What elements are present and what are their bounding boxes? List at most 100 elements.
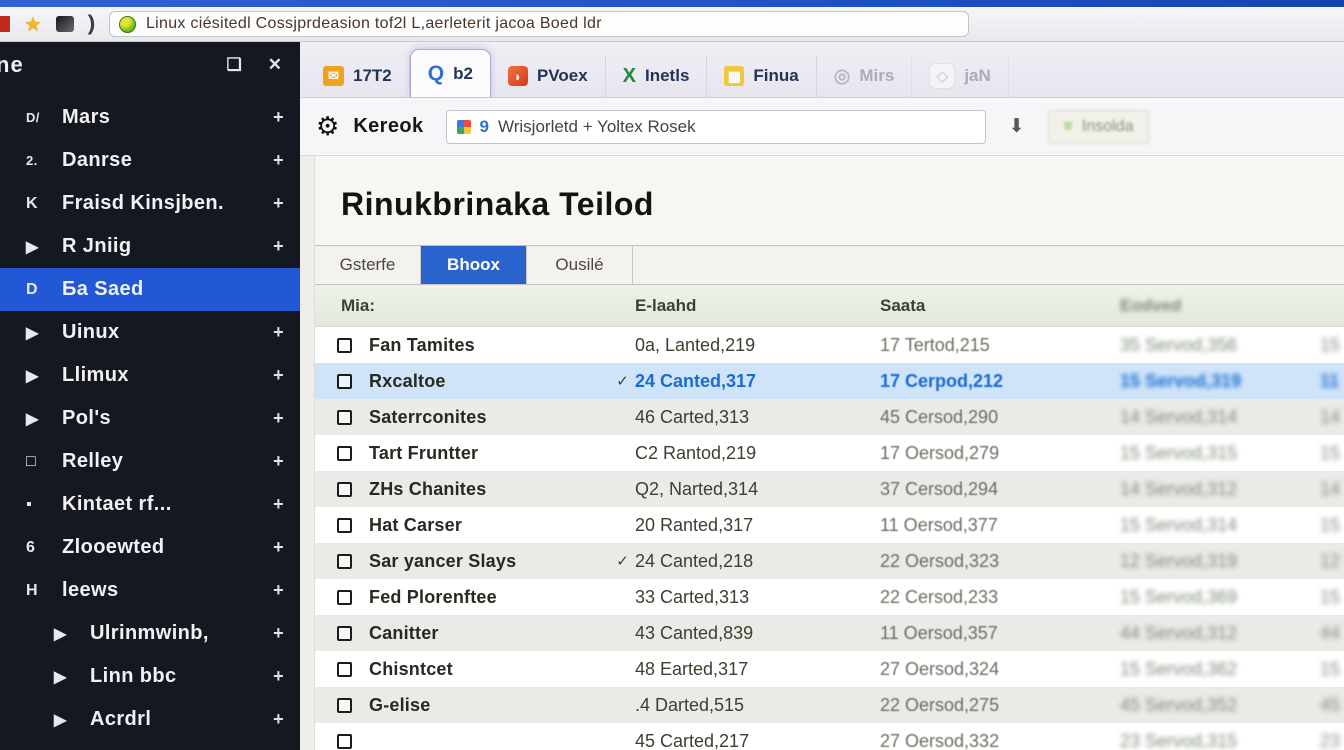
row-name: Hat Carser (369, 514, 463, 535)
row-col4-value: 14 Servod,314 (1120, 406, 1238, 427)
table-row[interactable]: Canitter 43 Canted,839 11 Oersod,357 44 Ser… (315, 615, 1344, 651)
refresh-icon[interactable]: ) (88, 12, 96, 36)
bookmark-star-icon[interactable]: ★ (24, 12, 42, 37)
expand-plus-icon[interactable]: + (273, 580, 284, 601)
install-button[interactable]: ≡ Insolda (1047, 109, 1150, 144)
content-card: Rinukbrinaka Teilod Gsterfe Bhoox Ousilé M… (314, 156, 1344, 750)
q-icon: Q (427, 61, 445, 85)
row-col4-value: 15 Servod,319 (1120, 370, 1242, 391)
app-tab[interactable]: ◗ PVoex (491, 55, 606, 97)
expand-plus-icon[interactable]: + (273, 365, 284, 386)
sidebar-item[interactable]: D/Mars + (0, 96, 300, 139)
view-tab[interactable]: Bhoox (421, 246, 527, 284)
table-row[interactable]: Tart Fruntter C2 Rantod,219 17 Oersod,279 1… (315, 435, 1344, 471)
sidebar-item[interactable]: K Fraisd Kinsjben. + (0, 182, 300, 225)
app-tab[interactable]: ▦ Finua (707, 55, 817, 97)
row-checkbox[interactable] (337, 553, 352, 569)
expand-plus-icon[interactable]: + (273, 408, 284, 429)
expand-plus-icon[interactable]: + (273, 236, 284, 257)
expand-plus-icon[interactable]: + (273, 623, 284, 644)
table-row[interactable]: Chisntcet 48 Earted,317 27 Oersod,324 15 Se… (315, 651, 1344, 687)
expand-plus-icon[interactable]: + (273, 107, 284, 128)
sidebar-item[interactable]: D Ба Saed (0, 268, 300, 311)
row-name: Rxcaltoe (369, 370, 446, 391)
row-col4-value: 15 Servod,362 (1120, 658, 1238, 679)
view-tab[interactable]: Ousilé (527, 246, 633, 284)
expand-plus-icon[interactable]: + (273, 709, 284, 730)
row-checkbox[interactable] (337, 517, 352, 533)
table-row[interactable]: Sar yancer Slays ✓ 24 Canted,218 22 Oersod,… (315, 543, 1344, 579)
address-bar[interactable]: Linux ciésitedl Cossjprdeasion tof2l L,a… (108, 11, 969, 37)
sidebar-item-label: Fraisd Kinsjben. (62, 192, 224, 214)
sidebar-item[interactable]: ▪ Kintaet rf... + (0, 483, 300, 526)
sidebar-item-label: Mars (62, 106, 111, 128)
row-checkbox[interactable] (337, 589, 352, 605)
gear-icon[interactable]: ⚙ (316, 111, 339, 142)
row-checkbox[interactable] (337, 373, 352, 389)
row-checkbox[interactable] (337, 625, 352, 641)
search-input[interactable]: 9 Wrisjorletd + Yoltex Rosek (445, 109, 986, 144)
address-text[interactable]: Linux ciésitedl Cossjprdeasion tof2l L,a… (146, 15, 602, 33)
sidebar-item-label: Ба Saed (62, 278, 144, 300)
sidebar-item[interactable]: ▶ Linn bbc + (0, 655, 300, 698)
column-header-col3[interactable]: Saata (880, 296, 1120, 316)
grid-icon: ▦ (724, 66, 745, 86)
row-checkmark-icon: ✓ (616, 553, 629, 570)
column-header-col4[interactable]: Eodved (1120, 296, 1320, 316)
expand-plus-icon[interactable]: + (273, 537, 284, 558)
expand-plus-icon[interactable]: + (273, 322, 284, 343)
sidebar-item[interactable]: ▶ R Jniig + (0, 225, 300, 268)
sidebar-item-label: leews (62, 579, 119, 601)
sidebar-item[interactable]: ▶ Ulrinmwinb, + (0, 612, 300, 655)
app-tab[interactable]: ◇ jaN (912, 55, 1009, 97)
row-checkbox[interactable] (337, 409, 352, 425)
sidebar-item-label: Kintaet rf... (62, 493, 172, 515)
table-row[interactable]: ZHs Chanites Q2, Narted,314 37 Cersod,294 1… (315, 471, 1344, 507)
window-icon[interactable] (55, 16, 74, 32)
column-header-col2[interactable]: E-laahd (635, 296, 880, 316)
expand-plus-icon[interactable]: + (273, 666, 284, 687)
table-row[interactable]: Fed Plorenftee 33 Carted,313 22 Cersod,233… (315, 579, 1344, 615)
view-tab[interactable]: Gsterfe (315, 246, 421, 284)
column-header-name[interactable]: Mia: (315, 296, 635, 316)
expand-plus-icon[interactable]: + (273, 150, 284, 171)
app-tab[interactable]: ◎ Mirs (817, 55, 913, 97)
search-input-value[interactable]: Wrisjorletd + Yoltex Rosek (498, 117, 696, 137)
app-tab[interactable]: ✉ 17T2 (306, 55, 410, 97)
diamond-icon: ◇ (929, 63, 956, 89)
row-col2-value: 48 Earted,317 (635, 658, 749, 679)
row-checkbox[interactable] (337, 733, 352, 749)
sidebar-item[interactable]: ▶ Acrdrl + (0, 698, 300, 741)
sidebar-item[interactable]: Hleews + (0, 569, 300, 612)
row-checkbox[interactable] (337, 697, 352, 713)
sidebar-item[interactable]: ▶ Pol's + (0, 397, 300, 440)
table-row[interactable]: Fan Tamites 0a, Lanted,219 17 Tertod,215 35… (315, 327, 1344, 363)
sidebar: ne ❏ ✕ D/Mars +2. Danrse + K Fraisd Kinsjben.… (0, 42, 300, 750)
row-col3-value: 37 Cersod,294 (880, 478, 999, 499)
table-row[interactable]: Hat Carser 20 Ranted,317 11 Oersod,377 15 S… (315, 507, 1344, 543)
row-checkbox[interactable] (337, 661, 352, 677)
close-icon[interactable]: ✕ (268, 55, 282, 75)
row-checkbox[interactable] (337, 445, 352, 461)
expand-plus-icon[interactable]: + (273, 451, 284, 472)
sidebar-item[interactable]: ▶ Uinux + (0, 311, 300, 354)
sidebar-item[interactable]: ▶ Llimux + (0, 354, 300, 397)
sidebar-item[interactable]: 2. Danrse + (0, 139, 300, 182)
row-col5-value: 11 (1320, 370, 1340, 391)
expand-plus-icon[interactable]: + (273, 494, 284, 515)
sidebar-item[interactable]: 6 Zlooewted + (0, 526, 300, 569)
row-checkbox[interactable] (337, 481, 352, 497)
table-row[interactable]: G-elise .4 Darted,515 22 Oersod,275 45 Serv… (315, 687, 1344, 723)
table-row[interactable]: 45 Carted,217 27 Oersod,332 23 Servod,315 2… (315, 723, 1344, 750)
row-col4-value: 12 Servod,319 (1120, 550, 1238, 571)
expand-plus-icon[interactable]: + (273, 193, 284, 214)
app-tab[interactable]: X Inetls (606, 55, 708, 97)
app-tab[interactable]: Qb2 (409, 49, 491, 97)
table-row[interactable]: Saterrconites 46 Carted,313 45 Cersod,290 1… (315, 399, 1344, 435)
table-row[interactable]: Rxcaltoe ✓ 24 Canted,317 17 Cerpod,212 15 Se… (315, 363, 1344, 399)
sidebar-item-bullet-icon: 6 (26, 538, 36, 556)
panel-layout-icon[interactable]: ❏ (227, 55, 242, 75)
download-icon[interactable]: ⬇ (1000, 110, 1034, 144)
sidebar-item[interactable]: □ Relley + (0, 440, 300, 483)
row-checkbox[interactable] (337, 337, 352, 353)
